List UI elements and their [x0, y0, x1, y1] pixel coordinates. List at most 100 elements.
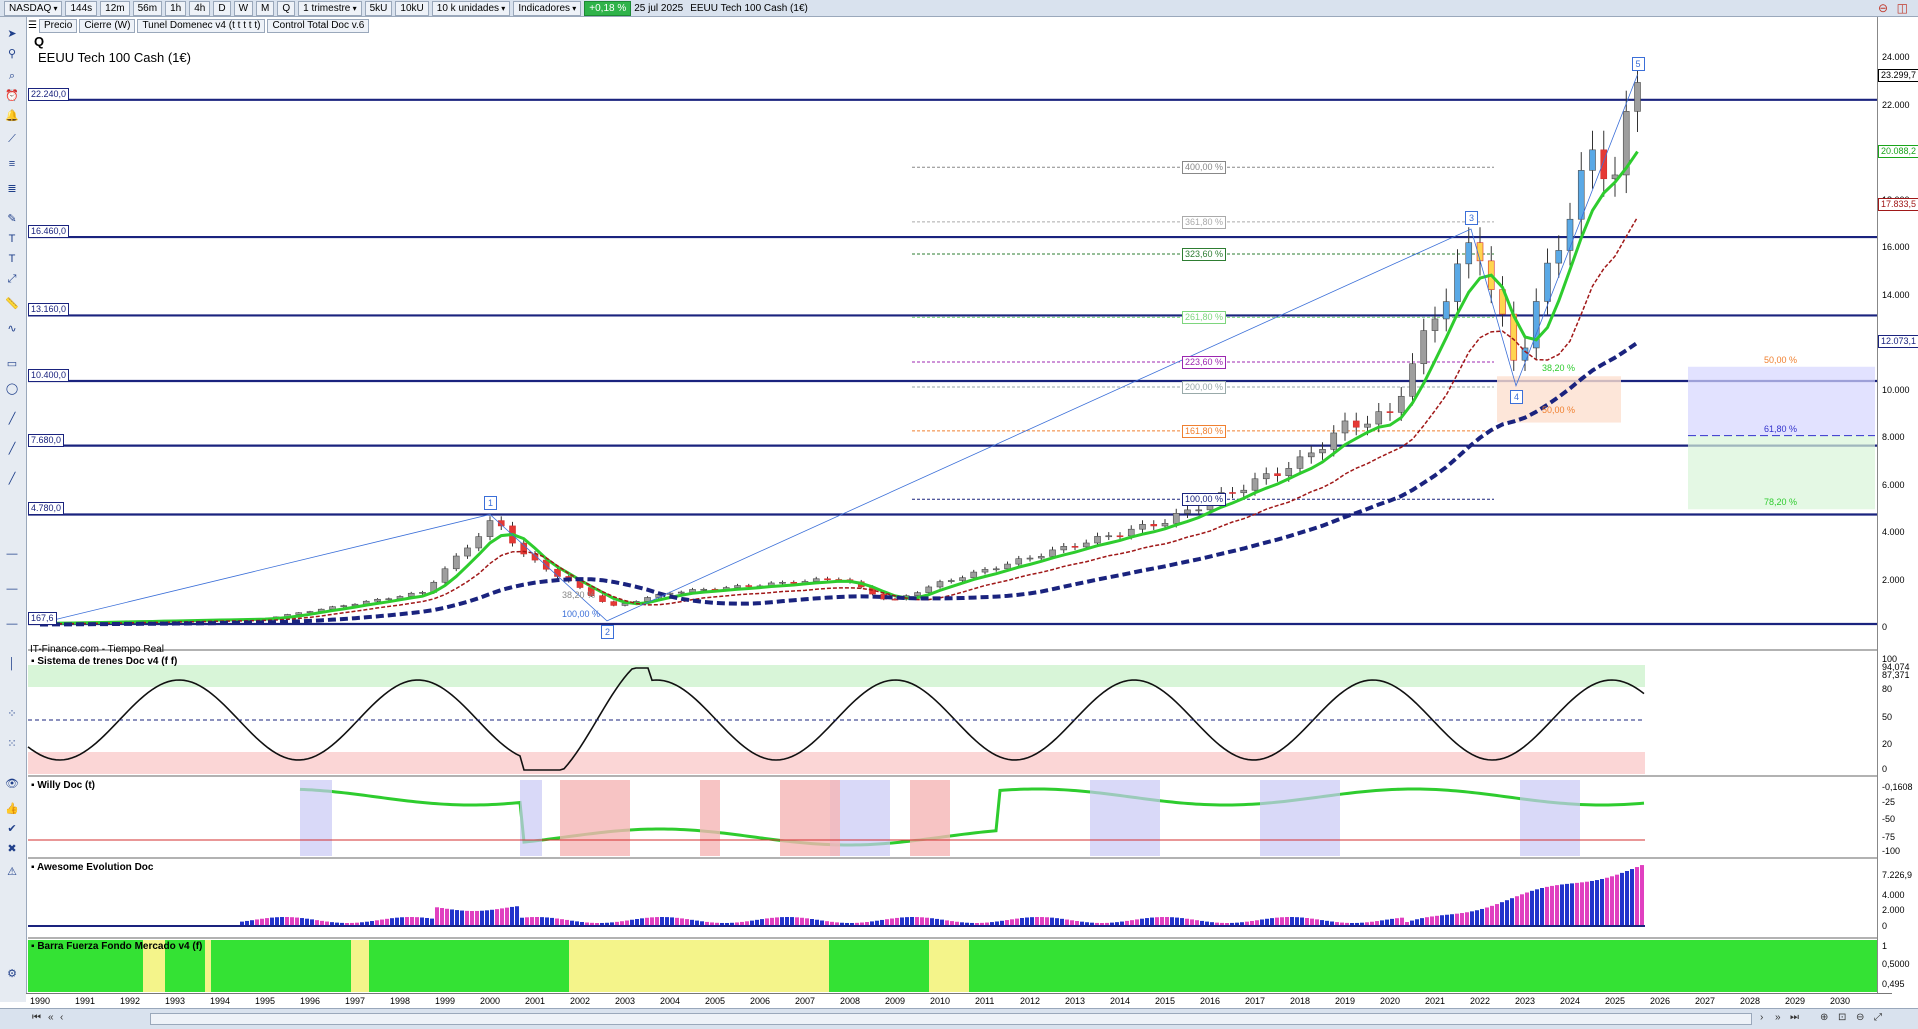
- text-tool-2-icon[interactable]: T: [5, 252, 19, 266]
- legend-close[interactable]: Cierre (W): [79, 18, 136, 33]
- nav-last-icon[interactable]: ⏭: [1790, 1012, 1799, 1023]
- fib-label[interactable]: 161,80 %: [1182, 424, 1227, 438]
- time-axis[interactable]: 1990 1991 1992 1993 1994 1995 1996 1997 1998 1999…: [26, 993, 1892, 1009]
- zoom-icon[interactable]: ⚲: [5, 47, 19, 61]
- awesome-bar: [435, 907, 439, 926]
- wave-tool-icon[interactable]: ∿: [5, 322, 19, 336]
- bottom-scrollbar[interactable]: ⏮ « ‹ › » ⏭ ⊕ ⊡ ⊖ ⤢: [0, 1008, 1918, 1029]
- wave-label[interactable]: 1: [484, 496, 497, 511]
- wave-label[interactable]: 2: [601, 624, 614, 639]
- legend-menu-icon[interactable]: ☰: [28, 20, 37, 31]
- tf-144s[interactable]: 144s: [65, 0, 98, 16]
- period-select[interactable]: 1 trimestre: [298, 0, 362, 16]
- ray-tool-icon[interactable]: ╱: [5, 442, 19, 456]
- window-close-icon[interactable]: ⊖: [1878, 1, 1888, 15]
- delete-icon[interactable]: ✖: [5, 842, 19, 856]
- chart-canvas[interactable]: [0, 0, 1918, 1028]
- level-label[interactable]: 7.680,0: [28, 433, 65, 447]
- level-label[interactable]: 10.400,0: [28, 369, 70, 382]
- tf-1h[interactable]: 1h: [165, 0, 187, 16]
- fib-label[interactable]: 200,00 %: [1182, 380, 1227, 394]
- channel-tool-icon[interactable]: ≣: [5, 182, 19, 196]
- bell-icon[interactable]: 🔔: [5, 109, 19, 123]
- legend-price[interactable]: Precio: [38, 18, 78, 33]
- panel-tick: 2.000: [1882, 905, 1905, 915]
- zoom-in-icon[interactable]: ⊕: [1820, 1012, 1828, 1023]
- fib-tool-icon[interactable]: ≡: [5, 157, 19, 171]
- settings-icon[interactable]: ⚙: [5, 967, 19, 981]
- measure-icon[interactable]: ⤢: [5, 272, 19, 286]
- panel-barra-title[interactable]: Barra Fuerza Fondo Mercado v4 (f): [28, 941, 205, 953]
- nav-next-page-icon[interactable]: »: [1775, 1012, 1781, 1023]
- level-label[interactable]: 22.240,0: [28, 87, 70, 101]
- trend-tool-icon[interactable]: ╱: [5, 412, 19, 426]
- level-label[interactable]: 167,6: [28, 612, 57, 626]
- hline-tool-icon[interactable]: —: [5, 547, 19, 561]
- legend-control-total[interactable]: Control Total Doc v.6: [267, 18, 370, 33]
- panel-trains-title[interactable]: Sistema de trenes Doc v4 (f f): [28, 656, 180, 668]
- panel-willy-title[interactable]: Willy Doc (t): [28, 780, 98, 792]
- wave-label[interactable]: 5: [1631, 56, 1645, 71]
- awesome-bar: [1140, 918, 1144, 926]
- wave-label[interactable]: 4: [1510, 389, 1523, 404]
- nav-prev-page-icon[interactable]: «: [48, 1012, 54, 1023]
- tf-q[interactable]: Q: [277, 0, 296, 16]
- hline-red-icon[interactable]: —: [5, 582, 19, 596]
- wave-label[interactable]: 3: [1465, 211, 1478, 225]
- size-5ku[interactable]: 5kU: [364, 0, 393, 16]
- legend-tunel[interactable]: Tunel Domenec v4 (t t t t t): [137, 18, 266, 33]
- pin-icon[interactable]: ◫: [1897, 1, 1908, 15]
- rect-tool-icon[interactable]: ▭: [5, 357, 19, 371]
- size-10ku[interactable]: 10kU: [395, 0, 429, 16]
- vline-icon[interactable]: │: [5, 657, 19, 671]
- pattern-icon[interactable]: ⁙: [5, 737, 19, 751]
- zoom-out-icon[interactable]: ⊖: [1856, 1012, 1864, 1023]
- fib-label[interactable]: 223,60 %: [1182, 356, 1227, 369]
- scroll-track[interactable]: [150, 1013, 1752, 1025]
- price-axis[interactable]: 24.00022.00020.00018.00016.00014.00012.0…: [1877, 17, 1918, 993]
- level-label[interactable]: 13.160,0: [28, 303, 70, 317]
- fib-label[interactable]: 100,00 %: [1182, 493, 1227, 507]
- line-tool-icon[interactable]: ⟋: [5, 132, 19, 146]
- exchange-select[interactable]: NASDAQ: [4, 0, 63, 16]
- fib-label[interactable]: 400,00 %: [1182, 161, 1227, 175]
- candle-body: [1037, 556, 1045, 559]
- level-label[interactable]: 16.460,0: [28, 225, 70, 239]
- units-select[interactable]: 10 k unidades: [431, 0, 511, 16]
- fib-label[interactable]: 323,60 %: [1182, 247, 1227, 261]
- panel-awesome-title[interactable]: Awesome Evolution Doc: [28, 862, 156, 874]
- ruler-icon[interactable]: 📏: [5, 297, 19, 311]
- candle-body: [374, 598, 381, 602]
- hline-blue-icon[interactable]: —: [5, 617, 19, 631]
- nav-first-icon[interactable]: ⏮: [32, 1012, 41, 1023]
- awesome-bar: [645, 917, 649, 926]
- zoom-fit-icon[interactable]: ⊡: [1838, 1012, 1846, 1023]
- check-icon[interactable]: ✔: [5, 822, 19, 836]
- thumbs-up-icon[interactable]: 👍: [5, 802, 19, 816]
- red-line-icon[interactable]: ╱: [5, 472, 19, 486]
- cursor-icon[interactable]: ➤: [5, 27, 19, 41]
- text-tool-icon[interactable]: T: [5, 232, 19, 246]
- tf-56m[interactable]: 56m: [132, 0, 163, 16]
- magnifier-icon[interactable]: ⌕: [5, 69, 19, 83]
- pen-icon[interactable]: ✎: [5, 212, 19, 226]
- eye-icon[interactable]: 👁: [5, 777, 19, 791]
- tf-d[interactable]: D: [213, 0, 231, 16]
- warning-icon[interactable]: ⚠: [5, 865, 19, 879]
- level-label[interactable]: 4.780,0: [28, 502, 65, 516]
- alarm-icon[interactable]: ⏰: [5, 89, 19, 103]
- candle-body: [610, 601, 618, 606]
- indicators-button[interactable]: Indicadores: [513, 0, 582, 16]
- fib-label[interactable]: 261,80 %: [1182, 311, 1227, 325]
- tf-4h[interactable]: 4h: [189, 0, 211, 16]
- fib-label[interactable]: 361,80 %: [1182, 215, 1227, 229]
- fullscreen-icon[interactable]: ⤢: [1874, 1012, 1882, 1023]
- tf-m[interactable]: M: [256, 0, 275, 16]
- tf-w[interactable]: W: [233, 0, 254, 16]
- nav-next-icon[interactable]: ›: [1760, 1012, 1763, 1023]
- dots-icon[interactable]: ⁘: [5, 707, 19, 721]
- ellipse-tool-icon[interactable]: ◯: [5, 382, 19, 396]
- nav-prev-icon[interactable]: ‹: [60, 1012, 63, 1023]
- barra-block: [351, 940, 369, 992]
- tf-12m[interactable]: 12m: [100, 0, 130, 16]
